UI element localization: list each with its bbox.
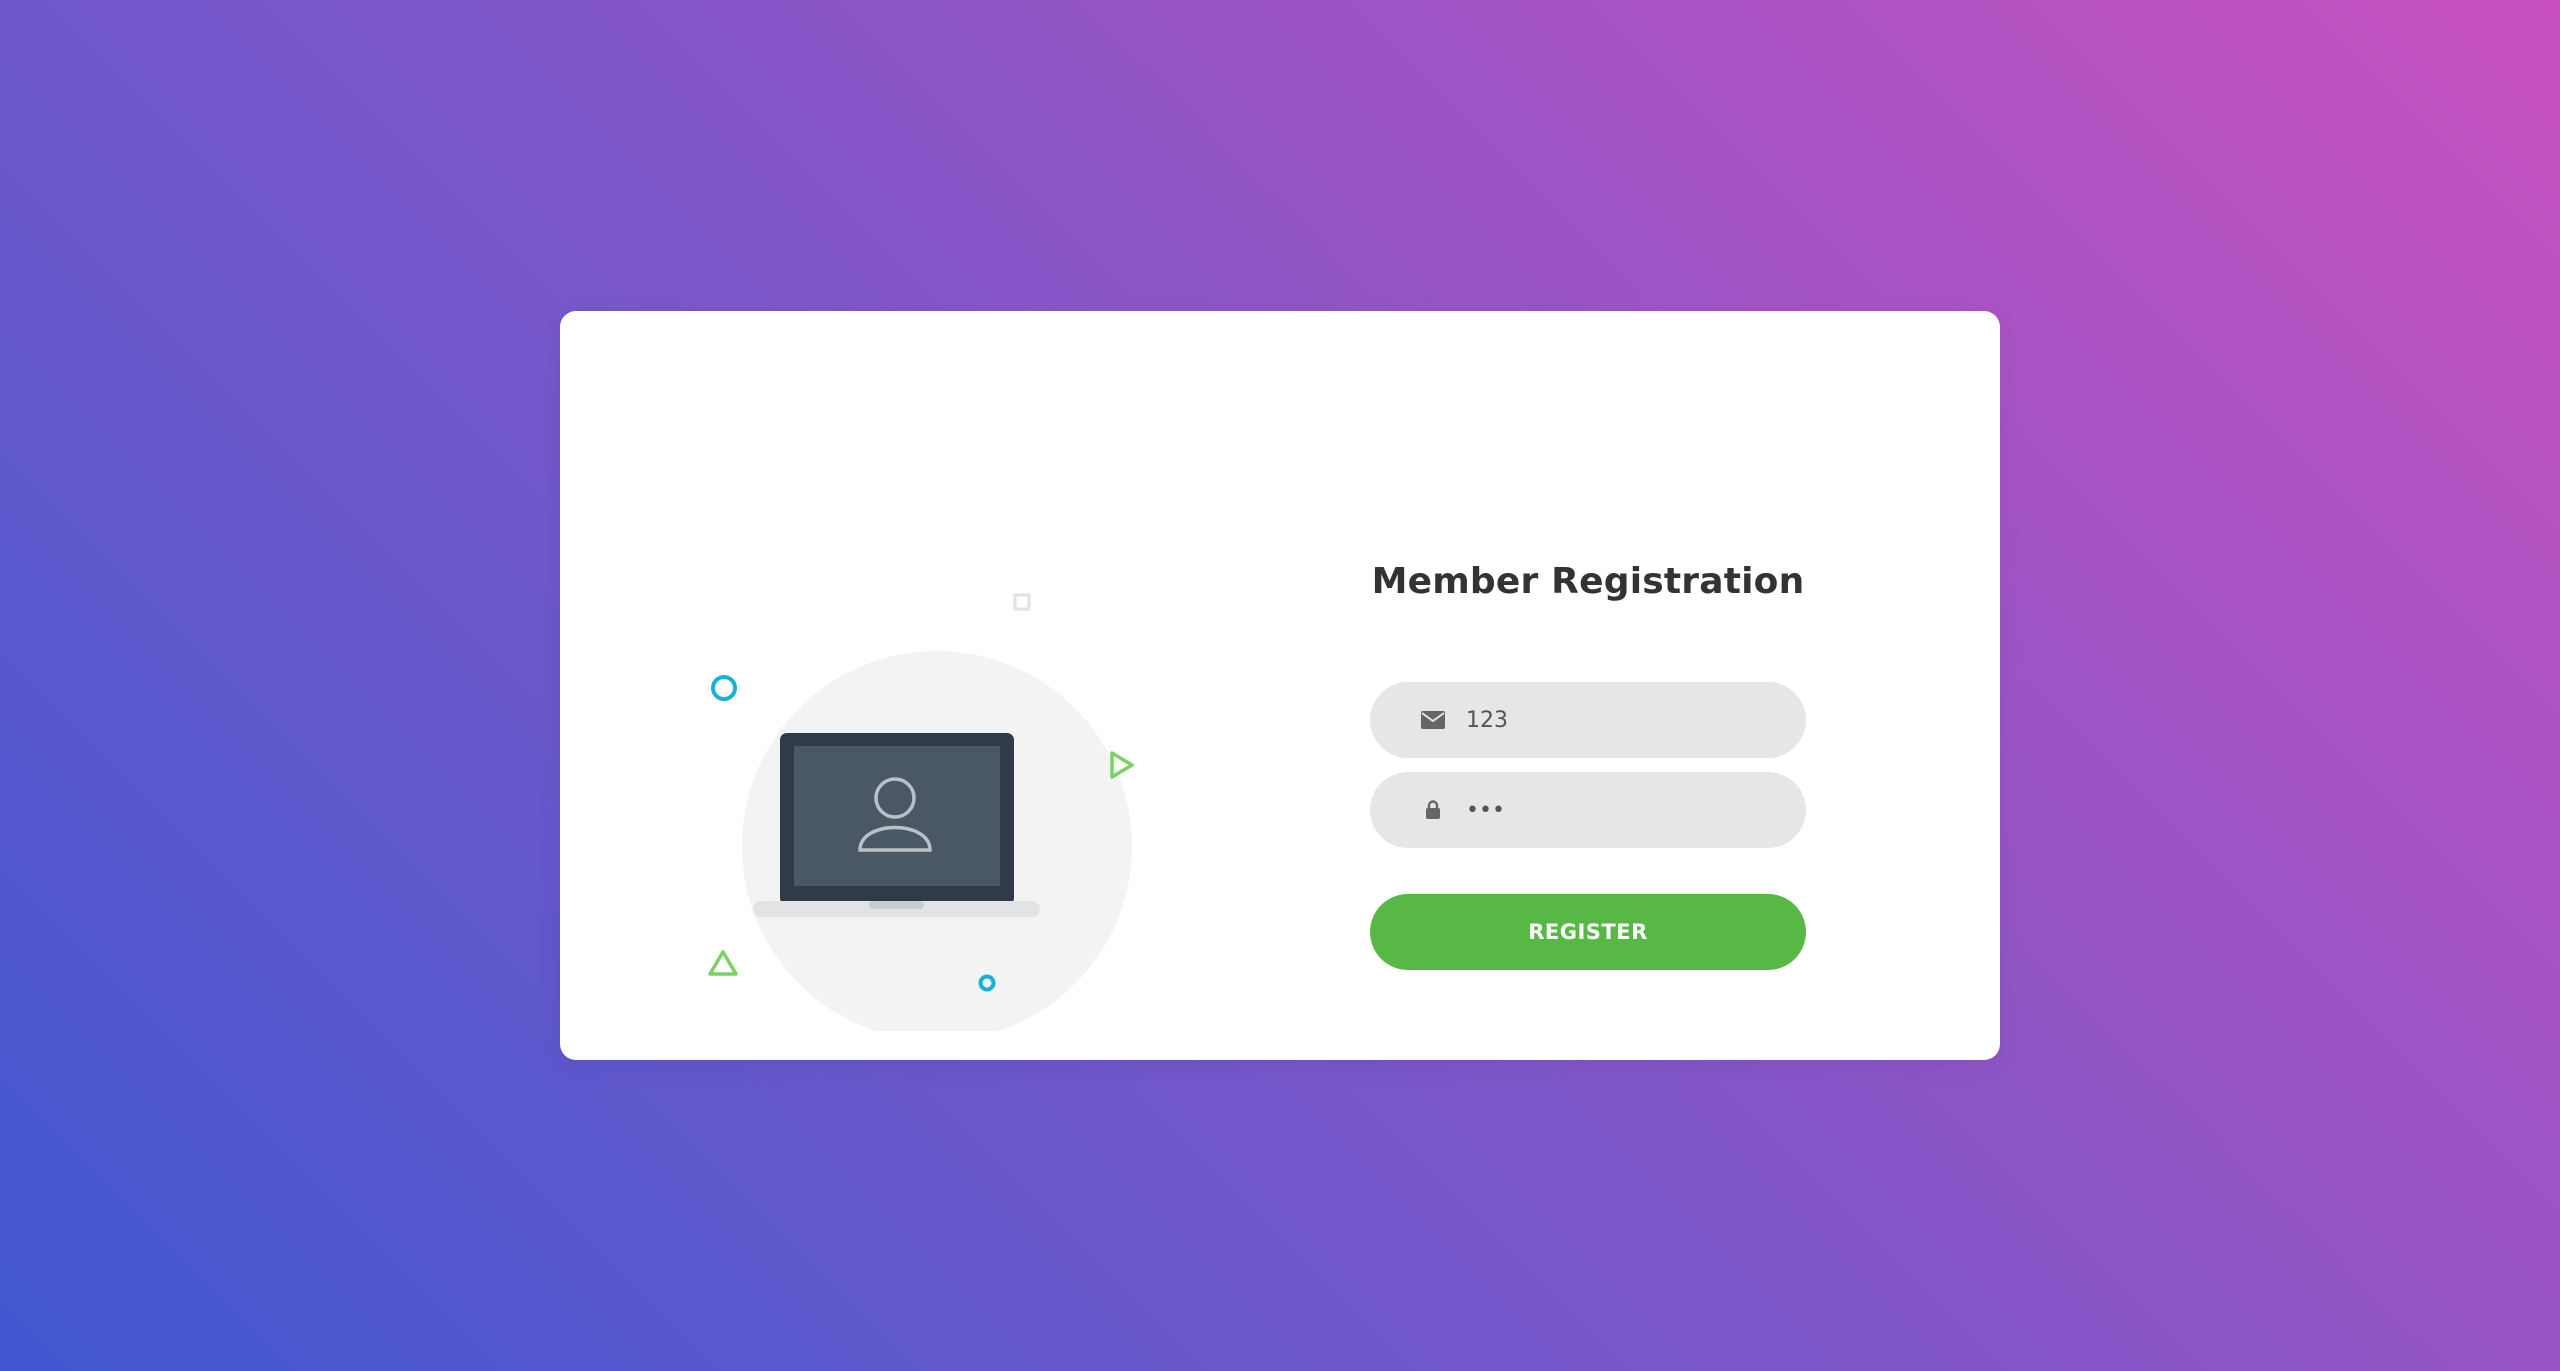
decor-play-triangle-icon	[1110, 751, 1134, 779]
password-input[interactable]	[1466, 772, 1806, 848]
decor-square-icon	[1013, 593, 1031, 611]
laptop-icon	[753, 733, 1040, 917]
form-title: Member Registration	[1371, 561, 1805, 602]
registration-form: Member Registration 123 REGISTER	[1370, 561, 1806, 970]
lock-icon	[1420, 797, 1446, 823]
fields	[1370, 682, 1806, 848]
laptop-user-illustration	[708, 593, 1134, 1031]
email-input[interactable]	[1466, 682, 1806, 758]
envelope-icon	[1420, 707, 1446, 733]
email-field[interactable]	[1370, 682, 1806, 758]
registration-card: Member Registration 123 REGISTER	[560, 311, 2000, 1060]
decor-triangle-icon	[708, 950, 738, 976]
decor-circle-icon	[711, 675, 737, 701]
illustration	[690, 571, 1210, 1031]
password-field[interactable]	[1370, 772, 1806, 848]
register-button[interactable]: REGISTER	[1370, 894, 1806, 970]
